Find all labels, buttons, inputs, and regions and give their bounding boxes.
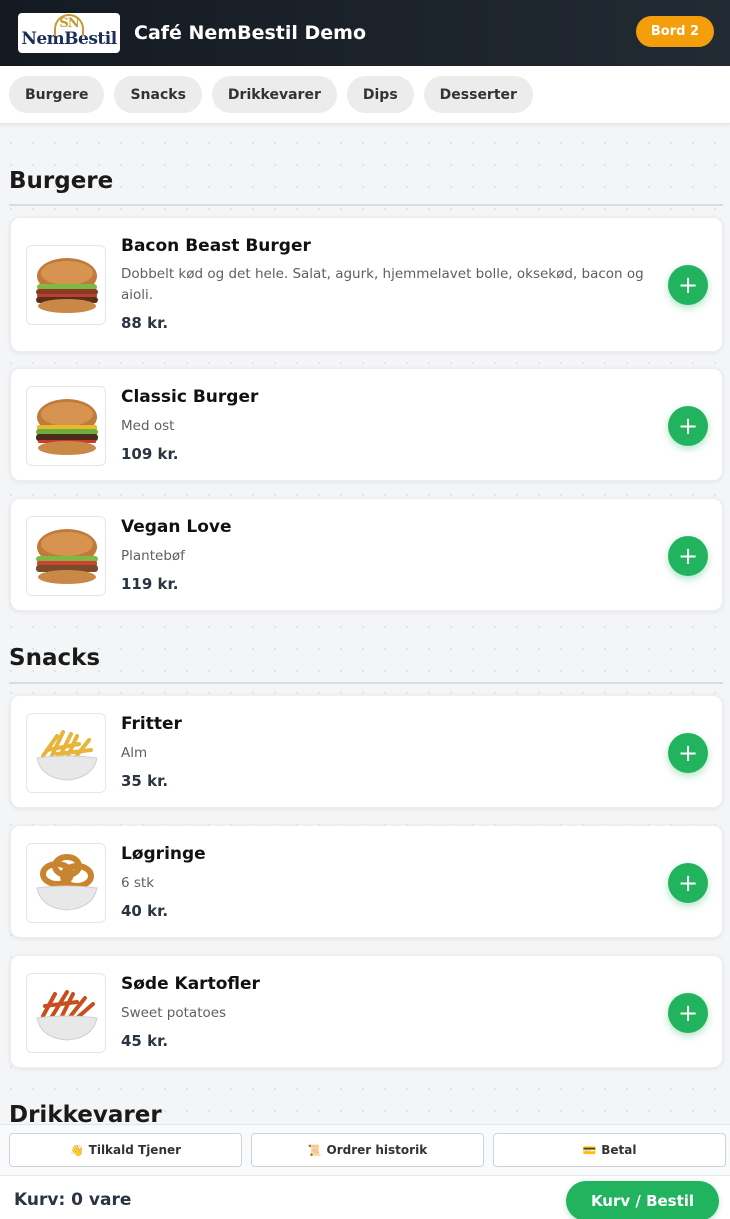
- item-price: 109 kr.: [121, 445, 179, 463]
- add-to-cart-button[interactable]: +: [668, 863, 708, 903]
- item-name: Søde Kartofler: [121, 974, 260, 994]
- call-waiter-button[interactable]: 👋 Tilkald Tjener: [9, 1133, 242, 1167]
- item-name: Classic Burger: [121, 387, 259, 407]
- credit-card-icon: 💳: [582, 1143, 597, 1157]
- burger-image: [26, 386, 106, 466]
- app-header: SN NemBestil Café NemBestil Demo Bord 2: [0, 0, 730, 66]
- table-badge: Bord 2: [635, 16, 714, 47]
- item-price: 88 kr.: [121, 314, 169, 332]
- section-title-drikkevarer: Drikkevarer: [9, 1102, 162, 1124]
- tab-burgere[interactable]: Burgere: [9, 76, 105, 113]
- menu-item-card[interactable]: Løgringe 6 stk 40 kr. +: [10, 825, 723, 938]
- menu-item-card[interactable]: Bacon Beast Burger Dobbelt kød og det he…: [10, 217, 723, 352]
- item-description: Alm: [121, 745, 148, 761]
- tab-desserter[interactable]: Desserter: [423, 76, 533, 113]
- sweet-potato-fries-image: [26, 973, 106, 1053]
- section-title-burgere: Burgere: [9, 168, 114, 194]
- menu-item-card[interactable]: Vegan Love Plantebøf 119 kr. +: [10, 498, 723, 611]
- order-history-button[interactable]: 📜 Ordrer historik: [251, 1133, 484, 1167]
- item-description: Dobbelt kød og det hele. Salat, agurk, h…: [121, 266, 644, 303]
- burger-image: [26, 245, 106, 325]
- item-price: 45 kr.: [121, 1032, 169, 1050]
- cart-order-button[interactable]: Kurv / Bestil: [566, 1181, 719, 1219]
- fries-image: [26, 713, 106, 793]
- pay-button[interactable]: 💳 Betal: [493, 1133, 726, 1167]
- add-to-cart-button[interactable]: +: [668, 265, 708, 305]
- add-to-cart-button[interactable]: +: [668, 536, 708, 576]
- tab-snacks[interactable]: Snacks: [114, 76, 202, 113]
- section-divider: [9, 204, 723, 206]
- tab-dips[interactable]: Dips: [346, 76, 414, 113]
- waving-hand-icon: 👋: [69, 1143, 84, 1157]
- item-name: Fritter: [121, 714, 182, 734]
- item-name: Bacon Beast Burger: [121, 236, 311, 256]
- menu-item-card[interactable]: Fritter Alm 35 kr. +: [10, 695, 723, 808]
- add-to-cart-button[interactable]: +: [668, 993, 708, 1033]
- scroll-icon: 📜: [307, 1143, 322, 1157]
- add-to-cart-button[interactable]: +: [668, 406, 708, 446]
- menu-item-card[interactable]: Classic Burger Med ost 109 kr. +: [10, 368, 723, 481]
- cart-row: Kurv: 0 vare Kurv / Bestil: [0, 1175, 730, 1219]
- item-description: Plantebøf: [121, 548, 185, 564]
- bottom-bar: 👋 Tilkald Tjener 📜 Ordrer historik 💳 Bet…: [0, 1124, 730, 1219]
- cart-count: Kurv: 0 vare: [14, 1190, 132, 1210]
- order-history-label: Ordrer historik: [326, 1143, 428, 1157]
- add-to-cart-button[interactable]: +: [668, 733, 708, 773]
- item-price: 40 kr.: [121, 902, 169, 920]
- menu-content[interactable]: Burgere Bacon Beast Burger Dobbelt kød o…: [0, 124, 730, 1124]
- item-name: Løgringe: [121, 844, 206, 864]
- logo-arc: [54, 14, 84, 36]
- call-waiter-label: Tilkald Tjener: [88, 1143, 182, 1157]
- page-title: Café NemBestil Demo: [134, 22, 367, 44]
- tab-drikkevarer[interactable]: Drikkevarer: [211, 76, 337, 113]
- section-divider: [9, 682, 723, 684]
- section-title-snacks: Snacks: [9, 645, 101, 671]
- onion-rings-image: [26, 843, 106, 923]
- cafe-logo: SN NemBestil: [18, 13, 120, 53]
- pay-label: Betal: [601, 1143, 637, 1157]
- item-price: 35 kr.: [121, 772, 169, 790]
- item-description: Med ost: [121, 418, 175, 434]
- burger-image: [26, 516, 106, 596]
- action-row: 👋 Tilkald Tjener 📜 Ordrer historik 💳 Bet…: [9, 1133, 726, 1167]
- category-tabs: Burgere Snacks Drikkevarer Dips Desserte…: [0, 66, 730, 124]
- item-name: Vegan Love: [121, 517, 232, 537]
- item-description: Sweet potatoes: [121, 1005, 227, 1021]
- menu-item-card[interactable]: Søde Kartofler Sweet potatoes 45 kr. +: [10, 955, 723, 1068]
- item-price: 119 kr.: [121, 575, 179, 593]
- item-description: 6 stk: [121, 875, 155, 891]
